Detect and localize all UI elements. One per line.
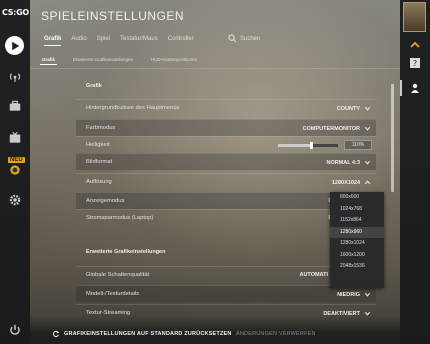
left-nav-rail: CS:GO NEU	[0, 0, 30, 344]
row-dropdown[interactable]: NIEDRIG	[337, 291, 371, 298]
row-label: Globale Schattenqualität	[86, 272, 150, 278]
dropdown-option[interactable]: 1152x864	[330, 215, 384, 227]
tab-testatur-maus[interactable]: Testatur/Maus	[120, 36, 158, 46]
power-icon	[10, 324, 20, 335]
quit-button[interactable]	[5, 320, 25, 340]
row-label: Hintergrundkulisse des Hauptmenüs	[86, 105, 180, 111]
briefcase-icon	[9, 100, 21, 111]
subtab-hud-positions[interactable]: HUD-Kantenpositionen	[149, 55, 199, 65]
slider-fill	[278, 144, 311, 147]
row-label: Modell-/Texturdetails	[86, 291, 140, 297]
slider-knob[interactable]	[310, 142, 313, 149]
watch-button[interactable]	[5, 128, 25, 148]
discard-changes-button[interactable]: ÄNDERUNGEN VERWERFEN	[236, 331, 316, 337]
search-label: Suchen	[240, 35, 261, 42]
rank-chevron-button[interactable]	[406, 38, 424, 52]
operation-shield-icon	[10, 165, 20, 175]
reset-graphics-button[interactable]: GRAFIKEINSTELLUNGEN AUF STANDARD ZURÜCKS…	[52, 330, 232, 338]
gear-icon	[9, 194, 21, 206]
tv-icon	[9, 131, 21, 143]
inventory-button[interactable]	[5, 96, 25, 116]
search-icon	[228, 34, 237, 43]
row-dropdown[interactable]: 1280X1024	[332, 179, 371, 186]
footer-bar: GRAFIKEINSTELLUNGEN AUF STANDARD ZURÜCKS…	[30, 316, 400, 344]
person-icon	[411, 83, 419, 93]
search-button[interactable]: Suchen	[228, 34, 260, 43]
resolution-dropdown-list: 800x600 1024x768 1152x864 1280x960 1280x…	[330, 192, 384, 288]
settings-panel: Grafik Hintergrundkulisse des Hauptmenüs…	[76, 76, 384, 317]
dropdown-option[interactable]: 1600x1200	[330, 250, 384, 262]
row-label: Bildformat	[86, 159, 113, 165]
dropdown-option[interactable]: 1024x768	[330, 204, 384, 216]
row-dropdown[interactable]: COUNTY	[337, 105, 371, 112]
broadcast-icon	[9, 73, 21, 82]
question-icon: ?	[410, 58, 420, 68]
friends-button[interactable]	[406, 81, 424, 95]
dropdown-option[interactable]: 800x600	[330, 192, 384, 204]
dropdown-option[interactable]: 1280x1024	[330, 238, 384, 250]
chevron-down-icon	[364, 292, 371, 297]
page-title: SPIELEINSTELLUNGEN	[41, 9, 185, 23]
right-social-rail: ?	[400, 0, 430, 344]
subtabs: Grafik Erweiterte Grafikeinstellungen HU…	[40, 55, 213, 65]
row-menu-background[interactable]: Hintergrundkulisse des Hauptmenüs COUNTY	[76, 99, 376, 116]
row-label: Helligkeit	[86, 142, 110, 148]
reset-label: GRAFIKEINSTELLUNGEN AUF STANDARD ZURÜCKS…	[64, 331, 232, 337]
row-resolution[interactable]: Auflösung 1280X1024	[76, 173, 376, 190]
row-label: Auflösung	[86, 179, 112, 185]
settings-button[interactable]	[5, 190, 25, 210]
row-label: Anzeigemodus	[86, 198, 125, 204]
row-aspect-ratio[interactable]: Bildformat NORMAL 4:3	[76, 153, 376, 170]
dropdown-option[interactable]: 2048x1536	[330, 261, 384, 273]
row-color-mode[interactable]: Farbmodus COMPUTERMONITOR	[76, 119, 376, 136]
panel-scrollbar[interactable]	[391, 84, 394, 192]
row-dropdown[interactable]: COMPUTERMONITOR	[303, 125, 371, 132]
row-label: Farbmodus	[86, 125, 116, 131]
divider	[30, 68, 400, 69]
settings-tabs: Grafik Audio Spiel Testatur/Maus Control…	[44, 36, 204, 46]
play-icon	[11, 41, 19, 50]
section-heading-advanced: Erweiterte Grafikeinstellungen	[86, 249, 166, 255]
tab-controller[interactable]: Controller	[168, 36, 194, 46]
settings-main: SPIELEINSTELLUNGEN Grafik Audio Spiel Te…	[30, 0, 400, 344]
broadcast-button[interactable]	[5, 66, 25, 86]
tab-spiel[interactable]: Spiel	[97, 36, 110, 46]
row-brightness: Helligkeit 110%	[76, 136, 376, 153]
chevron-up-icon	[364, 180, 371, 185]
subtab-advanced-graphics[interactable]: Erweiterte Grafikeinstellungen	[71, 55, 135, 65]
chevron-down-icon	[364, 126, 371, 131]
play-button[interactable]	[5, 36, 24, 55]
tab-grafik[interactable]: Grafik	[44, 36, 62, 46]
dropdown-option[interactable]: 1280x960	[330, 226, 384, 238]
row-label: Stromsparmodus (Laptop)	[86, 215, 154, 221]
chevron-up-icon	[410, 41, 420, 48]
reset-icon	[52, 330, 60, 337]
chevron-down-icon	[364, 160, 371, 165]
chevron-down-icon	[364, 106, 371, 111]
svg-text:?: ?	[413, 59, 417, 68]
section-heading-graphics: Grafik	[86, 83, 102, 89]
help-button[interactable]: ?	[406, 56, 424, 70]
subtab-grafik[interactable]: Grafik	[40, 55, 58, 65]
row-dropdown[interactable]: AUTOMATI	[299, 272, 328, 278]
player-avatar[interactable]	[403, 2, 426, 32]
tab-audio[interactable]: Audio	[71, 36, 86, 46]
row-dropdown[interactable]: NORMAL 4:3	[326, 159, 371, 166]
operation-button[interactable]	[5, 160, 25, 180]
brightness-value-input[interactable]: 110%	[344, 140, 372, 150]
brightness-slider[interactable]	[278, 142, 338, 149]
csgo-logo: CS:GO	[2, 8, 29, 17]
